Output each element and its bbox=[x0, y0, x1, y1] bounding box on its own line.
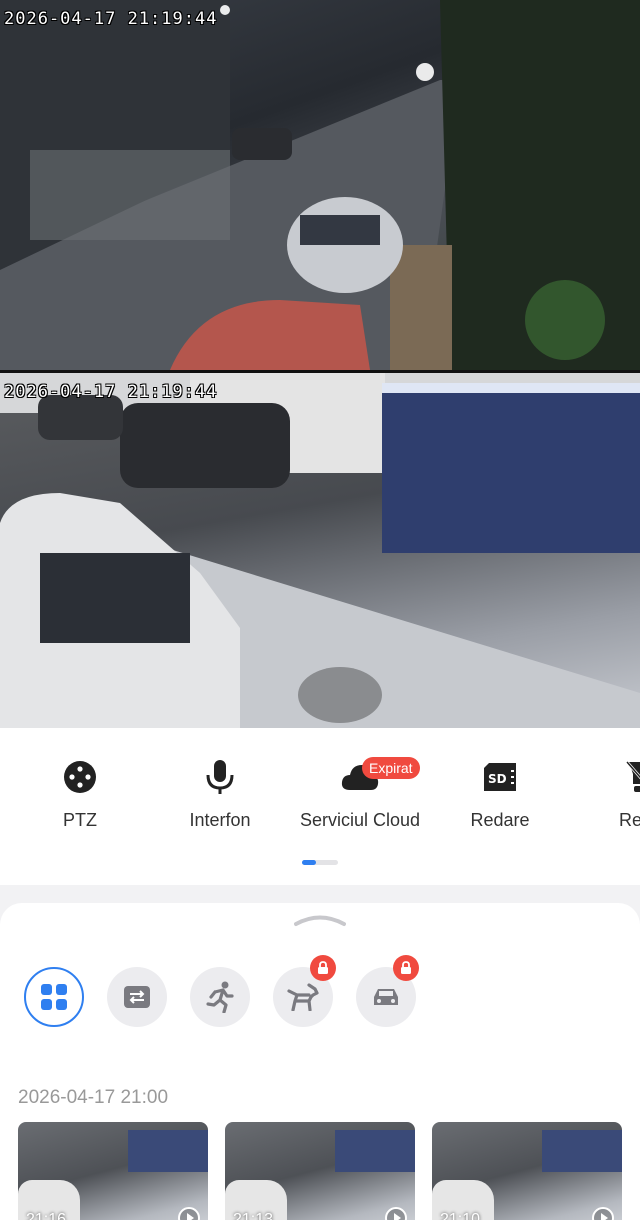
event-clip[interactable]: 21:16 bbox=[18, 1122, 208, 1220]
playback-label: Redare bbox=[470, 810, 530, 830]
feed-timestamp: 2026-04-17 21:19:44 bbox=[4, 9, 218, 29]
clip-preview-gate bbox=[335, 1130, 415, 1172]
filter-motion[interactable] bbox=[190, 967, 250, 1027]
car-icon bbox=[374, 989, 398, 1005]
play-icon[interactable] bbox=[592, 1207, 614, 1220]
sheet-handle[interactable] bbox=[294, 911, 346, 932]
playback-button[interactable]: SD Redare bbox=[430, 758, 570, 831]
intercom-button[interactable]: Interfon bbox=[150, 758, 290, 831]
lock-badge bbox=[393, 955, 419, 981]
microphone-icon bbox=[206, 760, 234, 794]
ptz-label: PTZ bbox=[63, 810, 97, 830]
dog-icon bbox=[287, 983, 319, 1011]
clip-preview-gate bbox=[542, 1130, 622, 1172]
lock-icon bbox=[401, 961, 411, 974]
feed-timestamp: 2026-04-17 21:19:44 bbox=[4, 382, 218, 402]
filter-vehicle[interactable] bbox=[356, 955, 419, 1027]
clip-time: 21:10 bbox=[440, 1211, 481, 1220]
feature-pager[interactable] bbox=[302, 860, 338, 865]
grid-icon bbox=[41, 984, 67, 1010]
running-person-icon bbox=[206, 981, 234, 1013]
play-icon[interactable] bbox=[178, 1207, 200, 1220]
switch-arrows-icon bbox=[124, 986, 150, 1008]
camera-feed-driveway[interactable]: 2026-04-17 21:19:44 bbox=[0, 373, 640, 728]
filter-pet[interactable] bbox=[273, 955, 336, 1027]
filter-switch[interactable] bbox=[107, 967, 167, 1027]
ptz-button[interactable]: PTZ bbox=[10, 758, 150, 831]
svg-text:SD: SD bbox=[488, 772, 507, 786]
floodlight-icon bbox=[625, 761, 640, 792]
lock-badge bbox=[310, 955, 336, 981]
events-sheet: 2026-04-17 21:00 21:16 21:13 21:10 bbox=[0, 903, 640, 1220]
cloud-service-label: Serviciul Cloud bbox=[299, 810, 421, 830]
lock-icon bbox=[318, 961, 328, 974]
sd-card-icon: SD bbox=[484, 763, 516, 791]
chevron-up-icon bbox=[294, 915, 346, 926]
floodlight-button[interactable]: Refle bbox=[570, 758, 640, 831]
clip-time: 21:13 bbox=[233, 1211, 274, 1220]
play-icon[interactable] bbox=[385, 1207, 407, 1220]
intercom-label: Interfon bbox=[189, 810, 251, 830]
filter-all[interactable] bbox=[24, 967, 84, 1027]
clip-preview-gate bbox=[128, 1130, 208, 1172]
ptz-icon bbox=[64, 761, 96, 793]
events-date-header: 2026-04-17 21:00 bbox=[18, 1087, 169, 1108]
expired-badge: Expirat bbox=[362, 757, 420, 779]
camera-app-screen: 2026-04-17 21:19:44 2026-04-17 21:19:44 bbox=[0, 0, 640, 1220]
event-clip[interactable]: 21:10 bbox=[432, 1122, 622, 1220]
street-scene bbox=[0, 0, 640, 370]
camera-feed-street[interactable]: 2026-04-17 21:19:44 bbox=[0, 0, 640, 370]
floodlight-label: Refle bbox=[618, 810, 640, 830]
event-clip[interactable]: 21:13 bbox=[225, 1122, 415, 1220]
driveway-scene bbox=[0, 373, 640, 728]
clip-time: 21:16 bbox=[26, 1211, 67, 1220]
pager-active-dot bbox=[302, 860, 316, 865]
